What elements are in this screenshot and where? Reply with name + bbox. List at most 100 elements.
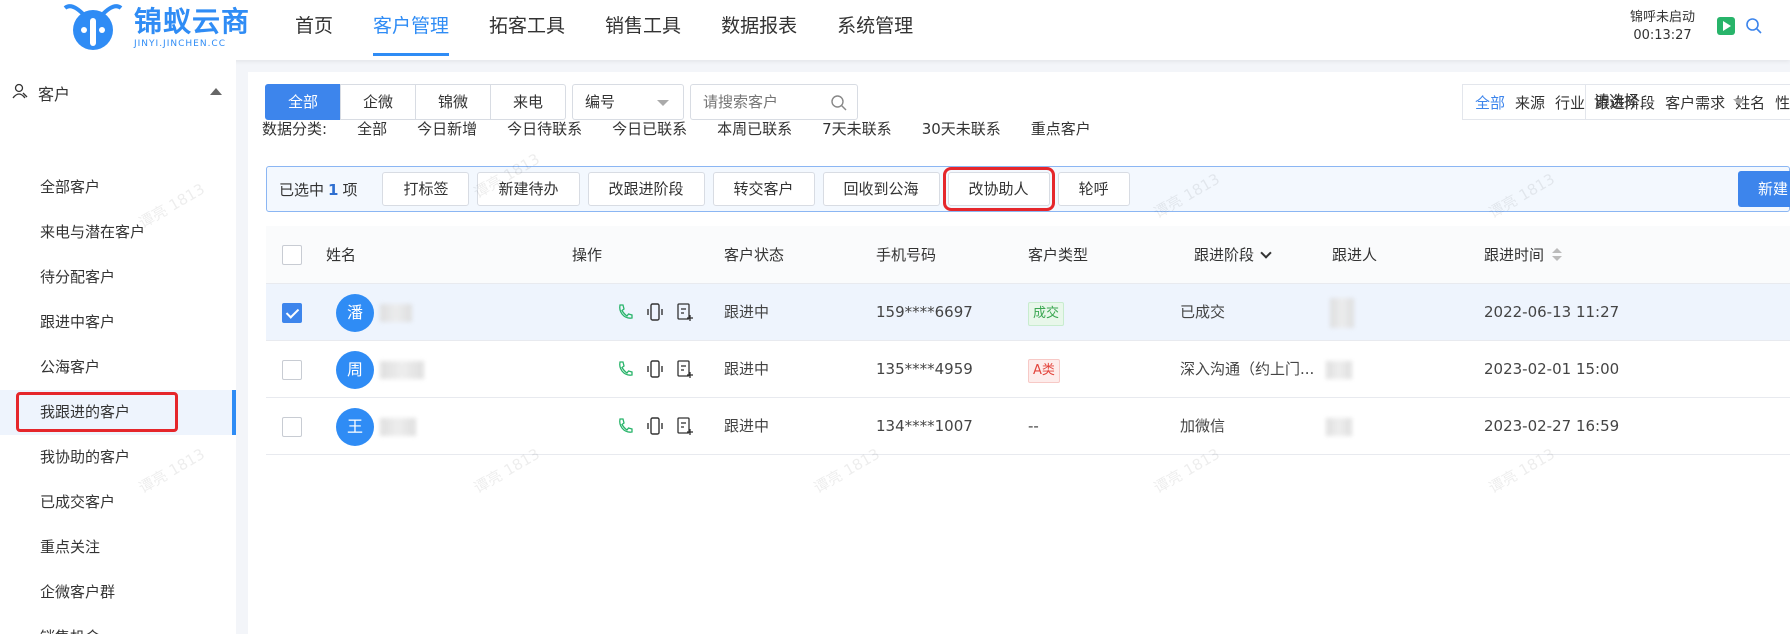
header-actions: 操作: [572, 246, 603, 264]
sidebar-item-following[interactable]: 跟进中客户: [0, 300, 236, 345]
phone-icon[interactable]: [616, 302, 634, 322]
filter-all[interactable]: 全部: [1475, 92, 1505, 113]
filter-industry[interactable]: 行业: [1555, 92, 1585, 113]
table-row[interactable]: 潘 跟进中 159****6697 成交 已成交 2022-06-13 11:2…: [266, 284, 1790, 341]
row-actions: [616, 302, 706, 322]
transfer-customer-button[interactable]: 转交客户: [712, 172, 815, 206]
call-timer: 00:13:27: [1633, 28, 1692, 43]
sidebar: 客户 全部客户 来电与潜在客户 待分配客户 跟进中客户 公海客户 我跟进的客户 …: [0, 60, 236, 634]
row-checkbox[interactable]: [282, 360, 302, 380]
row-actions: [616, 359, 706, 379]
new-button[interactable]: 新建: [1738, 171, 1790, 207]
search-icon[interactable]: [830, 94, 848, 112]
tag-button[interactable]: 打标签: [382, 172, 470, 206]
ant-logo-icon: [62, 0, 124, 56]
dropdown-arrow-icon: [1733, 99, 1745, 105]
search-field-value: 编号: [585, 93, 616, 111]
change-assistant-button[interactable]: 改协助人: [942, 167, 1055, 211]
filter-value-select[interactable]: 请选择: [1585, 84, 1785, 120]
logo-name: 锦蚁云商: [134, 5, 251, 38]
row-status: 跟进中: [724, 417, 770, 435]
category-7days-uncontacted[interactable]: 7天未联系: [822, 116, 892, 142]
new-todo-button[interactable]: 新建待办: [477, 172, 580, 206]
header-type: 客户类型: [1028, 246, 1089, 264]
bulk-action-bar: 已选中 1 项 打标签 新建待办 改跟进阶段 转交客户 回收到公海 改协助人 轮呼 …: [266, 166, 1790, 212]
source-segmented-control: 全部 企微 锦微 来电: [265, 84, 567, 120]
redacted-follower: [1326, 418, 1352, 436]
selection-count: 已选中 1 项: [279, 180, 358, 199]
category-today-new[interactable]: 今日新增: [417, 116, 477, 142]
phone-icon[interactable]: [616, 416, 634, 436]
search-icon[interactable]: [1745, 17, 1763, 35]
call-status: 锦呼未启动 00:13:27: [1630, 9, 1695, 45]
header-phone: 手机号码: [876, 246, 937, 264]
row-checkbox[interactable]: [282, 417, 302, 437]
add-note-icon[interactable]: [676, 302, 694, 322]
type-badge: A类: [1028, 359, 1060, 383]
collapse-caret-icon[interactable]: [210, 88, 222, 95]
top-bar: 锦蚁云商 JINYI.JINCHEN.CC 首页 客户管理 拓客工具 销售工具 …: [0, 0, 1790, 60]
segment-incoming-call[interactable]: 来电: [490, 84, 567, 120]
sidebar-item-wecom-groups[interactable]: 企微客户群: [0, 570, 236, 615]
category-week-contacted[interactable]: 本周已联系: [717, 116, 792, 142]
sidebar-item-all-customers[interactable]: 全部客户: [0, 165, 236, 210]
filter-select-placeholder: 请选择: [1594, 92, 1640, 110]
segment-all[interactable]: 全部: [265, 84, 342, 120]
sort-icon: [1552, 248, 1563, 262]
category-today-contacted[interactable]: 今日已联系: [612, 116, 687, 142]
nav-sales-tools[interactable]: 销售工具: [605, 0, 681, 56]
segment-jinwei[interactable]: 锦微: [415, 84, 492, 120]
sidebar-item-my-assisting[interactable]: 我协助的客户: [0, 435, 236, 480]
row-time: 2023-02-27 16:59: [1484, 417, 1620, 435]
row-status: 跟进中: [724, 360, 770, 378]
nav-data-reports[interactable]: 数据报表: [721, 0, 797, 56]
change-stage-button[interactable]: 改跟进阶段: [587, 172, 705, 206]
row-checkbox[interactable]: [282, 303, 302, 323]
row-type: A类: [1028, 341, 1060, 398]
header-stage[interactable]: 跟进阶段: [1194, 226, 1272, 284]
sidebar-section-customers[interactable]: 客户: [12, 80, 222, 106]
nav-home[interactable]: 首页: [295, 0, 333, 56]
avatar: 潘: [336, 294, 374, 332]
segment-wecom[interactable]: 企微: [340, 84, 417, 120]
row-type: 成交: [1028, 284, 1065, 341]
row-time: 2023-02-01 15:00: [1484, 360, 1620, 378]
header-follower: 跟进人: [1332, 246, 1378, 264]
category-key-customers[interactable]: 重点客户: [1031, 116, 1091, 142]
rotation-call-button[interactable]: 轮呼: [1057, 172, 1130, 206]
nav-system-management[interactable]: 系统管理: [837, 0, 913, 56]
add-note-icon[interactable]: [676, 416, 694, 436]
nav-prospecting-tools[interactable]: 拓客工具: [489, 0, 565, 56]
recycle-to-pool-button[interactable]: 回收到公海: [822, 172, 940, 206]
phone-icon[interactable]: [616, 359, 634, 379]
header-status: 客户状态: [724, 246, 785, 264]
mobile-call-icon[interactable]: [646, 302, 664, 322]
nav-customer-management[interactable]: 客户管理: [373, 0, 450, 56]
row-phone: 159****6697: [876, 303, 973, 321]
add-note-icon[interactable]: [676, 359, 694, 379]
category-all[interactable]: 全部: [357, 116, 387, 142]
play-icon[interactable]: [1717, 17, 1735, 35]
sidebar-item-public-pool[interactable]: 公海客户: [0, 345, 236, 390]
row-status: 跟进中: [724, 303, 770, 321]
header-time[interactable]: 跟进时间: [1484, 226, 1563, 284]
filter-source[interactable]: 来源: [1515, 92, 1545, 113]
redacted-name: [380, 304, 412, 322]
sidebar-item-unassigned[interactable]: 待分配客户: [0, 255, 236, 300]
table-row[interactable]: 周 跟进中 135****4959 A类 深入沟通（约上门... 2023-02…: [266, 341, 1790, 398]
mobile-call-icon[interactable]: [646, 416, 664, 436]
mobile-call-icon[interactable]: [646, 359, 664, 379]
logo[interactable]: 锦蚁云商 JINYI.JINCHEN.CC: [62, 0, 250, 56]
sidebar-item-my-following[interactable]: 我跟进的客户: [0, 390, 236, 435]
redacted-follower: [1330, 298, 1354, 328]
category-30days-uncontacted[interactable]: 30天未联系: [922, 116, 1001, 142]
sidebar-item-incoming-potential[interactable]: 来电与潜在客户: [0, 210, 236, 255]
select-all-checkbox[interactable]: [282, 245, 302, 265]
sidebar-item-sales-opportunities[interactable]: 销售机会: [0, 615, 236, 634]
dropdown-arrow-icon: [657, 100, 669, 106]
search-field-select[interactable]: 编号: [572, 84, 684, 120]
sidebar-item-closed[interactable]: 已成交客户: [0, 480, 236, 525]
sidebar-item-key-focus[interactable]: 重点关注: [0, 525, 236, 570]
table-row[interactable]: 王 跟进中 134****1007 -- 加微信 2023-02-27 16:5…: [266, 398, 1790, 455]
category-today-pending[interactable]: 今日待联系: [507, 116, 582, 142]
